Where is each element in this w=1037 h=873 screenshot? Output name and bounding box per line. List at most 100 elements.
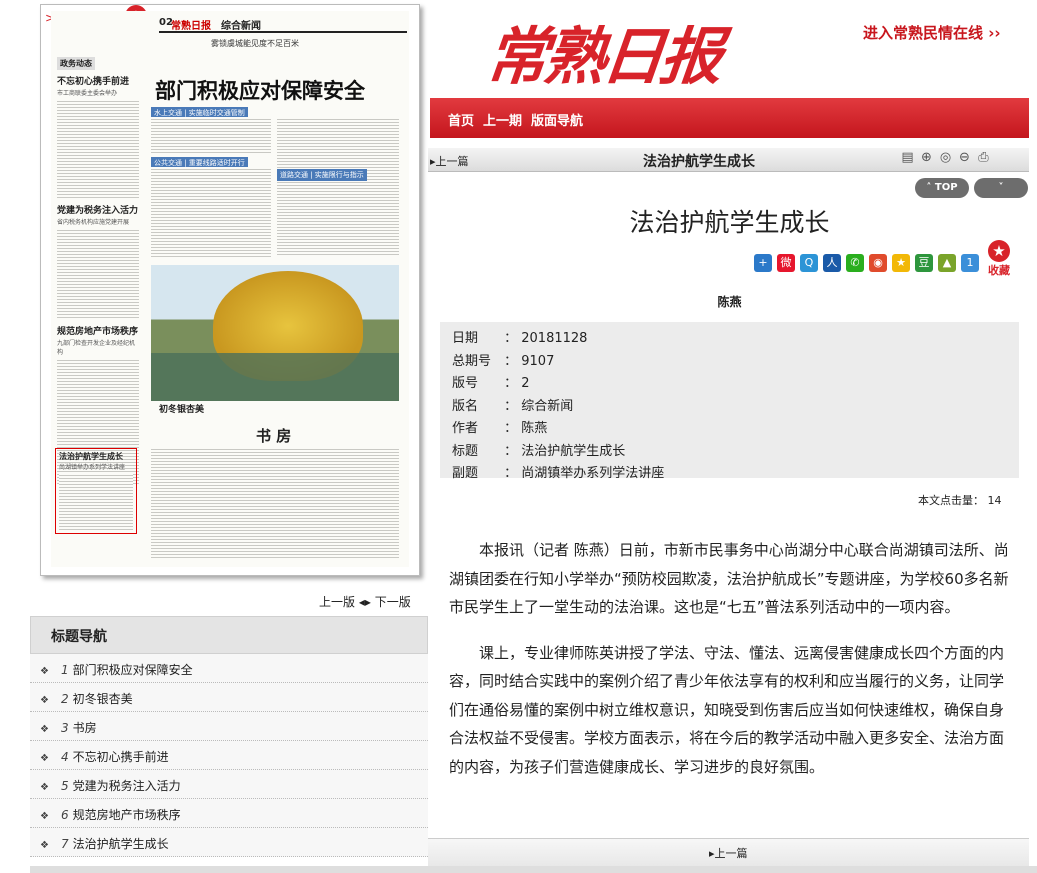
title-nav-label: 不忘初心携手前进 [72, 750, 169, 764]
prev-article-link-bottom[interactable]: ▸上一篇 [709, 845, 748, 861]
info-key: 副题 [452, 466, 479, 481]
paper-highlight-article[interactable]: 法治护航学生成长 尚湖镇举办系列学法讲座 [55, 448, 137, 534]
renren-icon[interactable]: 人 [823, 254, 841, 272]
paper-box-title: 道路交通 | 实施限行与指示 [277, 169, 367, 181]
diamond-bullet-icon: ❖ [40, 753, 49, 764]
article-body: 本报讯（记者 陈燕）日前，市新市民事务中心尚湖分中心联合尚湖镇司法所、尚湖镇团委… [449, 536, 1014, 798]
hits-label: 本文点击量： [918, 494, 984, 507]
paper-highlight-title: 法治护航学生成长 [59, 452, 123, 461]
share-icon-7[interactable]: ★ [892, 254, 910, 272]
zoom-in-icon[interactable]: ⊕ [917, 150, 936, 165]
to-top-button[interactable]: ˄ TOP [915, 178, 969, 198]
article-toolbar: ▸上一篇 法治护航学生成长 ▤ ⊕ ◎ ⊖ ⎙ [428, 148, 1029, 172]
diamond-bullet-icon: ❖ [40, 695, 49, 706]
info-row: 作者 ： 陈燕 [452, 418, 1007, 441]
title-nav-num: 6 [60, 808, 69, 822]
title-nav-item[interactable]: ❖ 1 部门积极应对保障安全 [30, 654, 428, 683]
paper-text-block [59, 473, 133, 531]
title-nav-label: 部门积极应对保障安全 [72, 663, 193, 677]
title-nav-num: 5 [60, 779, 69, 793]
water-shape [151, 353, 399, 401]
paper-book-heading[interactable]: 书 房 [256, 425, 291, 446]
zoom-reset-icon[interactable]: ◎ [936, 150, 955, 165]
title-nav-item[interactable]: ❖ 5 党建为税务注入活力 [30, 770, 428, 799]
paper-section: 综合新闻 [221, 21, 261, 32]
info-value: 20181128 [521, 331, 588, 346]
diamond-bullet-icon: ❖ [40, 666, 49, 677]
paper-item-sub: 九部门检查开发企业及经纪机构 [57, 340, 136, 356]
info-row: 版名 ： 综合新闻 [452, 396, 1007, 419]
plus-share-icon[interactable]: + [754, 254, 772, 272]
paper-photo[interactable] [151, 265, 399, 401]
title-nav-label: 党建为税务注入活力 [72, 779, 181, 793]
title-nav-item[interactable]: ❖ 7 法治护航学生成长 [30, 828, 428, 857]
paper-item-title[interactable]: 不忘初心携手前进 [57, 74, 139, 87]
title-nav-heading: 标题导航 [30, 616, 428, 654]
title-nav-label: 规范房地产市场秩序 [72, 808, 181, 822]
prev-page-link[interactable]: 上一版 [319, 595, 355, 609]
info-value: 9107 [521, 353, 555, 369]
info-key: 总期号 [452, 353, 492, 369]
info-row: 总期号 ： 9107 [452, 351, 1007, 374]
print-icon[interactable]: ⎙ [974, 150, 993, 165]
article-favorite-label: 收藏 [988, 264, 1010, 277]
info-value: 综合新闻 [521, 398, 574, 414]
diamond-bullet-icon: ❖ [40, 811, 49, 822]
title-nav-item[interactable]: ❖ 2 初冬银杏美 [30, 683, 428, 712]
prev-article-label: 上一篇 [435, 155, 469, 168]
paper-headline[interactable]: 部门积极应对保障安全 [155, 75, 365, 105]
paper-text-block [151, 167, 271, 257]
title-nav-label: 法治护航学生成长 [72, 837, 169, 851]
article-favorite[interactable]: ★ 收藏 [986, 240, 1012, 278]
paper-highlight-sub: 尚湖镇举办系列学法讲座 [59, 464, 126, 471]
paper-item-sub: 省内税务机构应施党建开展 [57, 219, 130, 226]
title-nav-item[interactable]: ❖ 4 不忘初心携手前进 [30, 741, 428, 770]
info-row: 副题 ： 尚湖镇举办系列学法讲座 [452, 463, 1007, 486]
bottom-divider [30, 866, 1037, 873]
info-key: 版号 [452, 376, 479, 391]
diamond-bullet-icon: ❖ [40, 724, 49, 735]
title-nav-item[interactable]: ❖ 6 规范房地产市场秩序 [30, 799, 428, 828]
zoom-out-icon[interactable]: ⊖ [955, 150, 974, 165]
nav-prev-issue[interactable]: 上一期 [483, 110, 522, 129]
paper-photo-caption: 初冬银杏美 [159, 405, 205, 415]
paper-item-title[interactable]: 规范房地产市场秩序 [57, 324, 139, 337]
hit-counter: 本文点击量： 14 [918, 492, 1002, 508]
paper-text-block [151, 117, 271, 153]
diamond-bullet-icon: ❖ [40, 840, 49, 851]
title-nav-num: 3 [60, 721, 69, 735]
title-nav-label: 书房 [72, 721, 97, 735]
qzone-icon[interactable]: Q [800, 254, 818, 272]
paper-text-block [57, 228, 139, 320]
weibo-icon[interactable]: 微 [777, 254, 795, 272]
info-value: 法治护航学生成长 [521, 443, 626, 459]
nav-page-nav[interactable]: 版面导航 [531, 110, 583, 129]
title-nav-label: 初冬银杏美 [72, 692, 133, 706]
pager-arrows-icon: ◂▸ [358, 595, 371, 609]
paper-item-sub: 市工商联委主委会举办 [57, 90, 118, 97]
site-logo[interactable]: 常熟日报 [482, 6, 723, 96]
paper-text-block [57, 99, 139, 199]
share-icon-10[interactable]: 1 [961, 254, 979, 272]
info-value: 陈燕 [521, 421, 548, 436]
wechat-icon[interactable]: ✆ [846, 254, 864, 272]
paper-column-tag: 政务动态 [57, 57, 95, 70]
share-icon-6[interactable]: ◉ [869, 254, 887, 272]
to-bottom-button[interactable]: ˅ BOTTOM [974, 178, 1028, 213]
next-page-link[interactable]: 下一版 [375, 595, 411, 609]
paper-name: 常熟日报 [171, 21, 211, 32]
prev-article-link-top[interactable]: ▸上一篇 [430, 153, 469, 169]
notes-icon[interactable]: ▤ [898, 150, 917, 165]
article-title: 法治护航学生成长 [629, 208, 830, 237]
promo-link[interactable]: 进入常熟民情在线 ›› [863, 22, 1001, 43]
nav-home[interactable]: 首页 [448, 110, 474, 129]
title-nav-item[interactable]: ❖ 3 书房 [30, 712, 428, 741]
douban-icon[interactable]: 豆 [915, 254, 933, 272]
prev-article-label: 上一篇 [714, 847, 748, 860]
diamond-bullet-icon: ❖ [40, 782, 49, 793]
newspaper-page-image[interactable]: 02 常熟日报 综合新闻 雾锁虞城能见度不足百米 部门积极应对保障安全 政务动态… [51, 11, 409, 567]
paper-item-title[interactable]: 党建为税务注入活力 [57, 203, 139, 216]
article-paragraph: 本报讯（记者 陈燕）日前，市新市民事务中心尚湖分中心联合尚湖镇司法所、尚湖镇团委… [449, 541, 1009, 616]
share-icon-9[interactable]: ▲ [938, 254, 956, 272]
toolbar-title: 法治护航学生成长 [643, 154, 755, 170]
